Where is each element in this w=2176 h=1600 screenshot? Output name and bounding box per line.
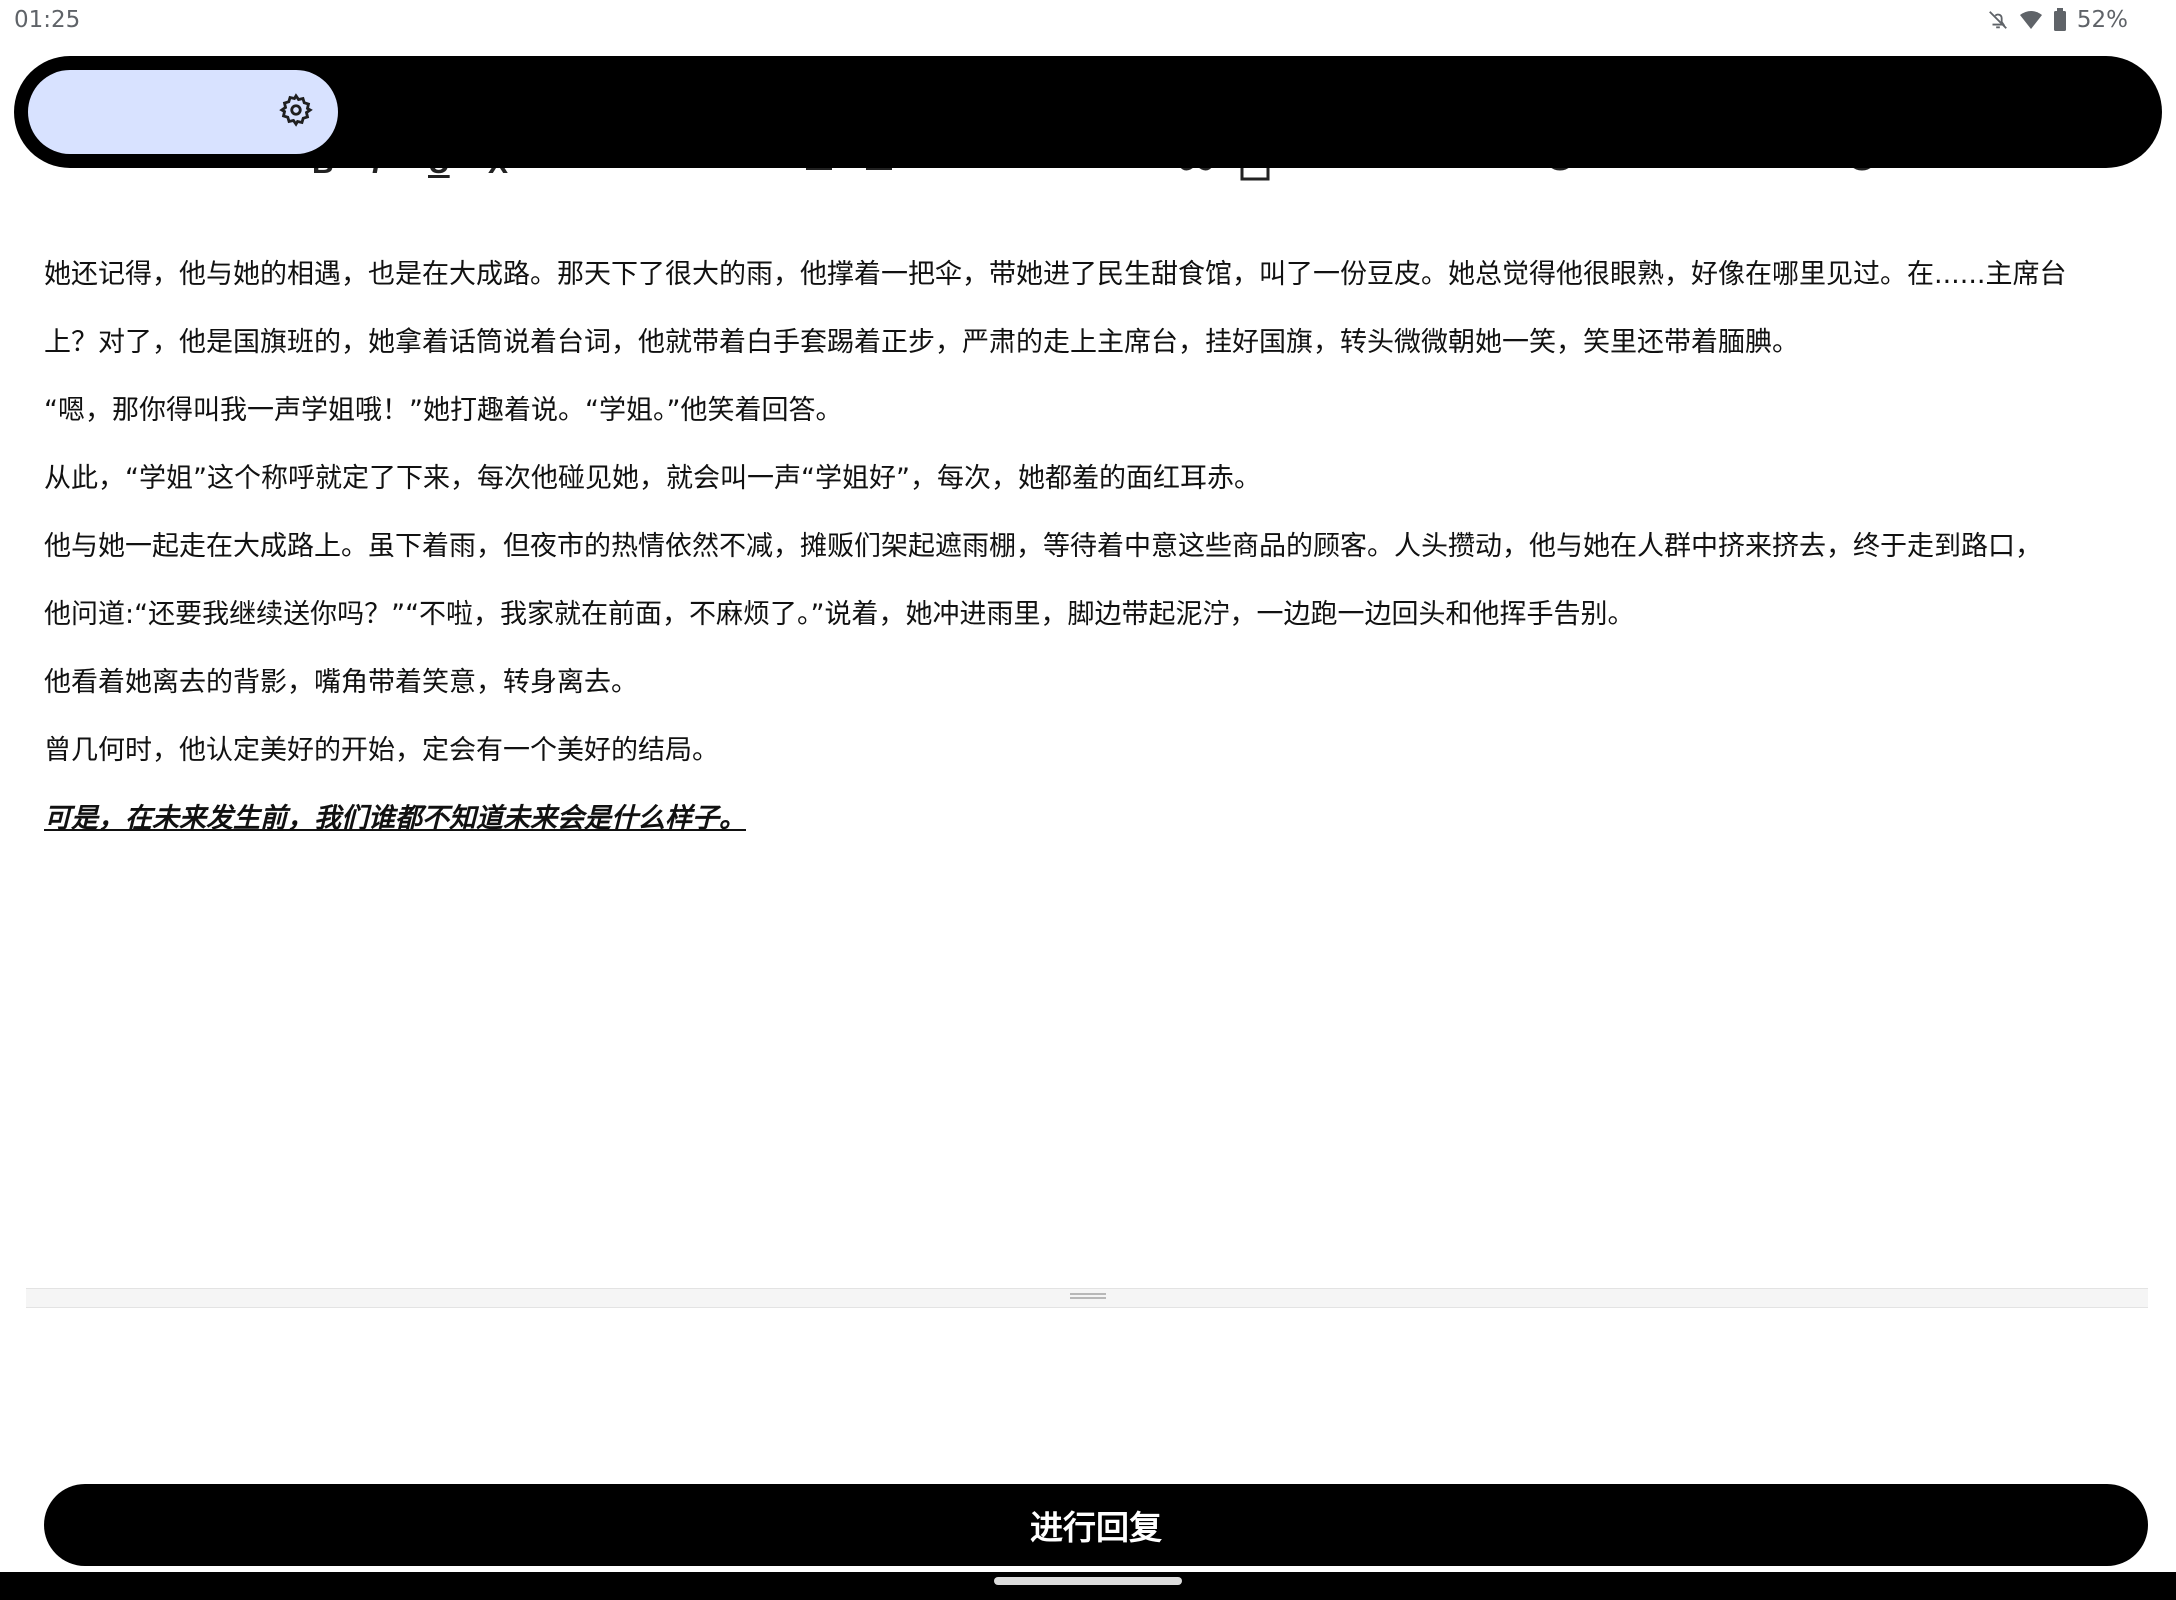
status-time: 01:25 (14, 7, 81, 33)
battery-percent: 52% (2076, 7, 2128, 33)
home-indicator[interactable] (994, 1577, 1182, 1585)
paragraph-line: 他与她一起走在大成路上。虽下着雨，但夜市的热情依然不减，摊贩们架起遮雨棚，等待着… (44, 531, 2042, 562)
settings-button[interactable] (274, 90, 318, 134)
paragraph-line: 曾几何时，他认定美好的开始，定会有一个美好的结局。 (44, 735, 719, 766)
bell-off-icon (1987, 9, 2009, 31)
battery-icon (2053, 8, 2067, 32)
wifi-icon (2019, 9, 2043, 31)
paragraph-line: 上？对了，他是国旗班的，她拿着话筒说着台词，他就带着白手套踢着正步，严肃的走上主… (44, 327, 1799, 358)
drag-handle[interactable] (1070, 1291, 1106, 1301)
emphasis-line: 可是，在未来发生前，我们谁都不知道未来会是什么样子。 (44, 803, 746, 834)
paragraph-line: 她还记得，他与她的相遇，也是在大成路。那天下了很大的雨，他撑着一把伞，带她进了民… (44, 259, 2067, 290)
status-icons: 52% (1987, 7, 2128, 33)
paragraph-line: 他看着她离去的背影，嘴角带着笑意，转身离去。 (44, 667, 638, 698)
paragraph-line: 从此，“学姐”这个称呼就定了下来，每次他碰见她，就会叫一声“学姐好”，每次，她都… (44, 463, 1261, 494)
status-bar: 01:25 52% (0, 0, 2176, 44)
reply-button[interactable]: 进行回复 (44, 1484, 2148, 1566)
editor-content[interactable]: 她还记得，他与她的相遇，也是在大成路。那天下了很大的雨，他撑着一把伞，带她进了民… (44, 250, 2134, 862)
paragraph-line: “嗯，那你得叫我一声学姐哦！”她打趣着说。“学姐。”他笑着回答。 (44, 395, 843, 426)
gear-icon (279, 93, 313, 131)
paragraph-line: 他问道:“还要我继续送你吗？”“不啦，我家就在前面，不麻烦了。”说着，她冲进雨里… (44, 599, 1635, 630)
